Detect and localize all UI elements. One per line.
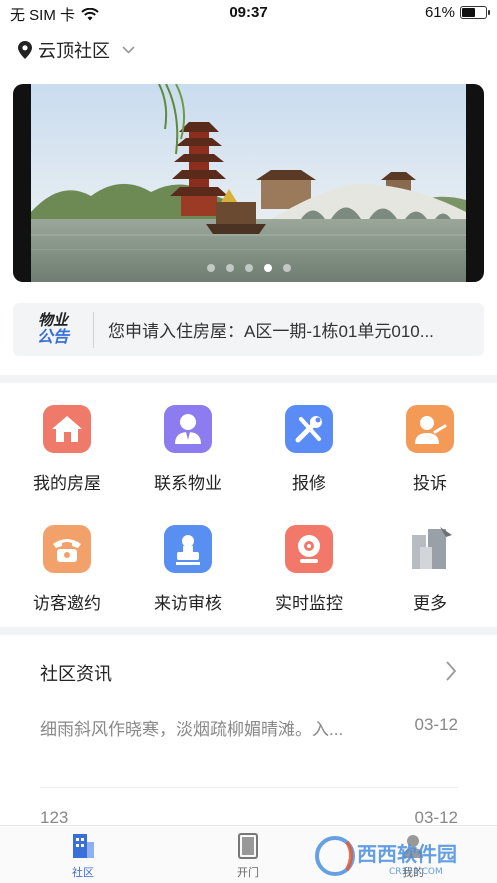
tab-open-door[interactable]: 开门 (208, 832, 288, 880)
status-time: 09:37 (229, 4, 268, 21)
repair-tools-icon (285, 405, 333, 453)
battery-percent: 61% (424, 4, 455, 21)
feature-more[interactable]: 更多 (370, 503, 490, 623)
status-bar: 无 SIM 卡 09:37 61% (0, 0, 497, 28)
door-icon (238, 833, 258, 859)
feature-repair[interactable]: 报修 (249, 383, 369, 503)
chevron-down-icon (122, 46, 135, 54)
complaint-person-icon (406, 405, 454, 453)
feature-contact-property[interactable]: 联系物业 (128, 383, 248, 503)
news-divider (40, 787, 458, 788)
notice-logo-line2: 公告 (36, 329, 69, 346)
feature-complaint[interactable]: 投诉 (370, 383, 490, 503)
carousel-dot[interactable] (263, 264, 272, 272)
news-item-date: 03-12 (414, 715, 458, 734)
carousel-dot[interactable] (244, 264, 253, 272)
notice-logo: 物业 公告 (13, 313, 93, 346)
feature-label: 实时监控 (275, 594, 343, 613)
watermark-logo: 西西软件园 CR173.COM (315, 836, 457, 877)
feature-label: 来访审核 (154, 594, 222, 613)
feature-label: 联系物业 (154, 474, 222, 493)
community-building-icon (73, 834, 94, 858)
svg-text:西西软件园: 西西软件园 (357, 842, 457, 866)
battery-fill (462, 8, 476, 17)
carousel-dot[interactable] (225, 264, 234, 272)
carousel-indicator[interactable] (13, 264, 484, 272)
notice-logo-line1: 物业 (37, 312, 68, 329)
contact-icon (164, 405, 212, 453)
telephone-icon (43, 525, 91, 573)
battery-icon (460, 6, 490, 19)
feature-visitor-invite[interactable]: 访客邀约 (7, 503, 127, 623)
feature-label: 报修 (292, 474, 326, 493)
tab-community[interactable]: 社区 (43, 832, 123, 880)
camera-icon (285, 525, 333, 573)
notice-divider (93, 311, 94, 348)
visitor-review-icon (164, 525, 212, 573)
news-item-title: 细雨斜风作晓寒，淡烟疏柳媚晴滩。入... (40, 720, 344, 739)
more-icon (406, 525, 454, 573)
carousel-dot[interactable] (282, 264, 291, 272)
feature-label: 更多 (413, 594, 447, 613)
feature-label: 访客邀约 (33, 594, 101, 613)
location-selector[interactable]: 云顶社区 (18, 37, 135, 63)
tab-label: 社区 (72, 867, 94, 879)
news-item[interactable]: 细雨斜风作晓寒，淡烟疏柳媚晴滩。入... 03-12 (40, 715, 458, 739)
section-divider (0, 375, 497, 383)
status-right: 61% (424, 4, 490, 21)
feature-label: 我的房屋 (33, 474, 101, 493)
house-icon (43, 405, 91, 453)
section-divider (0, 627, 497, 635)
feature-live-monitor[interactable]: 实时监控 (249, 503, 369, 623)
feature-my-house[interactable]: 我的房屋 (7, 383, 127, 503)
feature-label: 投诉 (413, 474, 447, 493)
tab-label: 开门 (237, 867, 259, 879)
notice-bar[interactable]: 物业 公告 您申请入住房屋：A区一期-1栋01单元010... (13, 303, 484, 356)
feature-grid: 我的房屋 联系物业 报修 投诉 访客邀约 来访审核 实时监控 更多 (0, 383, 497, 627)
location-pin-icon (18, 41, 32, 59)
feature-visit-review[interactable]: 来访审核 (128, 503, 248, 623)
news-section-title: 社区资讯 (40, 664, 112, 684)
banner-carousel[interactable] (13, 84, 484, 282)
notice-text: 您申请入住房屋：A区一期-1栋01单元010... (108, 322, 434, 341)
chevron-right-icon[interactable] (445, 660, 457, 682)
carousel-dot[interactable] (206, 264, 215, 272)
svg-text:CR173.COM: CR173.COM (389, 867, 443, 877)
banner-image (31, 84, 466, 282)
location-name: 云顶社区 (38, 41, 110, 61)
